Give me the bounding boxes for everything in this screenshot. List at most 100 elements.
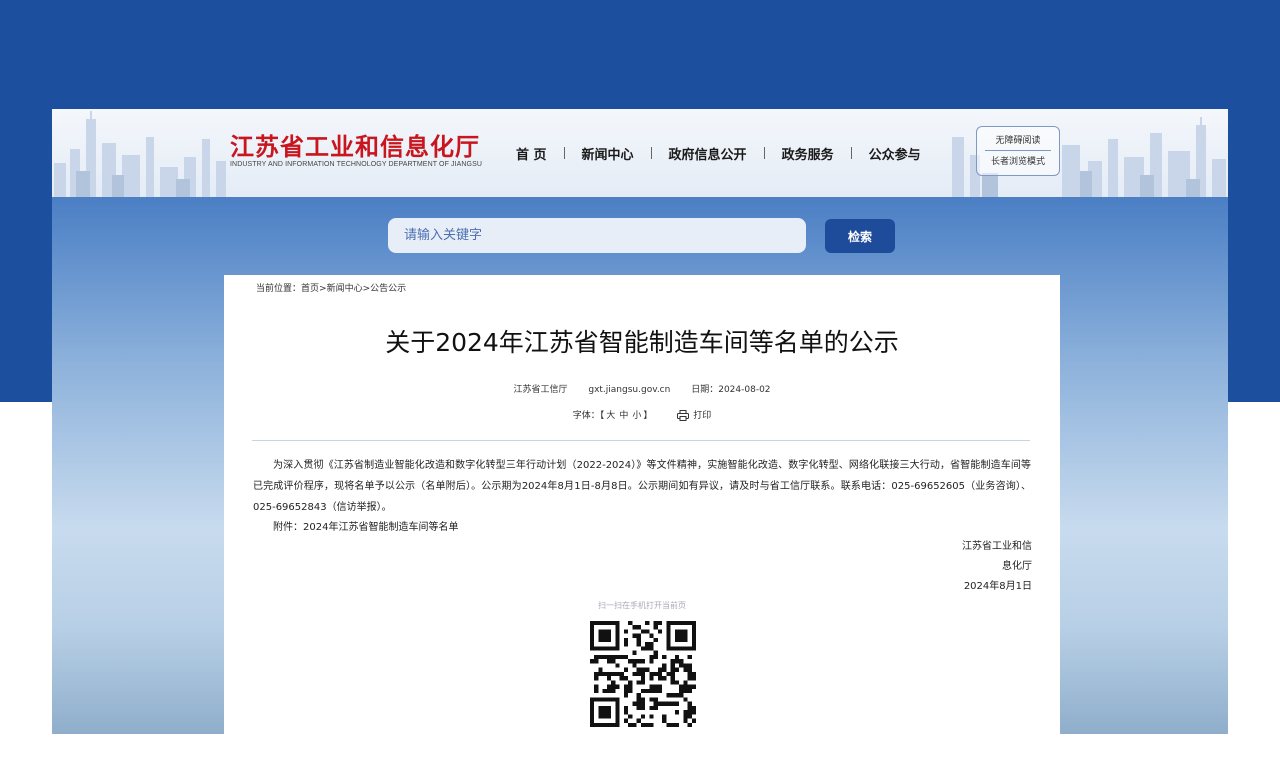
qr-module [606, 714, 612, 719]
qr-module [653, 637, 658, 643]
qr-module [649, 642, 654, 647]
qr-module [691, 705, 696, 711]
qr-module [623, 654, 629, 660]
qr-module [619, 676, 624, 681]
qr-module [683, 633, 688, 638]
qr-code-icon [590, 621, 696, 727]
breadcrumb-item-news[interactable]: 新闻中心 [327, 284, 363, 294]
qr-module [611, 646, 616, 651]
search-input[interactable] [388, 218, 806, 253]
qr-module [611, 680, 616, 685]
qr-module [590, 718, 595, 723]
nav-item-news[interactable]: 新闻中心 [582, 144, 634, 163]
qr-module [636, 718, 641, 723]
qr-module [602, 714, 607, 719]
qr-module [683, 684, 688, 689]
qr-module [636, 705, 641, 711]
qr-module [674, 621, 680, 626]
qr-module [640, 688, 646, 694]
signature-block: 江苏省工业和信 息化厅 2024年8月1日 [962, 537, 1032, 597]
qr-module [636, 697, 641, 702]
qr-module [674, 637, 680, 643]
qr-module [632, 722, 637, 727]
qr-module [598, 697, 603, 702]
qr-module [691, 629, 696, 634]
qr-module [649, 633, 654, 638]
qr-module [649, 654, 654, 660]
qr-module [679, 633, 684, 638]
qr-module [674, 680, 680, 685]
qr-module [598, 654, 603, 660]
breadcrumb-item-notices[interactable]: 公告公示 [370, 284, 406, 294]
nav-item-gov-info[interactable]: 政府信息公开 [669, 144, 747, 163]
qr-module [619, 671, 624, 677]
breadcrumb-item-home[interactable]: 首页 [301, 284, 319, 294]
qr-module [590, 697, 595, 702]
article-panel: 当前位置：首页>新闻中心>公告公示 关于2024年江苏省智能制造车间等名单的公示… [224, 275, 1060, 734]
qr-module [670, 676, 675, 681]
qr-module [666, 629, 671, 634]
qr-module [653, 705, 658, 711]
qr-module [602, 710, 607, 715]
qr-module [645, 629, 650, 634]
qr-module [640, 680, 646, 685]
print-button[interactable]: 打印 [677, 408, 711, 421]
qr-module [632, 650, 637, 655]
qr-module [679, 637, 684, 643]
qr-module [615, 646, 620, 651]
qr-module [683, 697, 688, 702]
qr-module [691, 633, 696, 638]
font-size-large-button[interactable]: 大 [606, 411, 615, 421]
search-button[interactable]: 检索 [825, 219, 895, 253]
qr-module [657, 676, 663, 681]
font-size-medium-button[interactable]: 中 [619, 411, 628, 421]
qr-module [590, 710, 595, 715]
qr-module [666, 625, 671, 630]
site-logo-cn[interactable]: 江苏省工业和信息化厅 [230, 127, 480, 162]
qr-module [653, 654, 658, 660]
qr-module [683, 621, 688, 626]
qr-module [632, 659, 637, 664]
qr-module [640, 714, 646, 719]
qr-module [623, 642, 629, 647]
qr-module [606, 621, 612, 626]
print-label: 打印 [693, 411, 712, 421]
qr-module [611, 654, 616, 660]
nav-item-home[interactable]: 首 页 [516, 144, 547, 163]
qr-module [657, 684, 663, 689]
qr-module [645, 621, 650, 626]
qr-module [602, 633, 607, 638]
qr-module [649, 722, 654, 727]
qr-module [691, 621, 696, 626]
nav-item-services[interactable]: 政务服务 [782, 144, 834, 163]
qr-module [691, 637, 696, 643]
nav-item-participation[interactable]: 公众参与 [869, 144, 921, 163]
qr-module [691, 642, 696, 647]
qr-module [636, 693, 641, 698]
qr-module [687, 714, 692, 719]
article-source: 江苏省工信厅 [513, 385, 568, 395]
qr-module [636, 667, 641, 672]
qr-module [602, 688, 607, 694]
qr-module [590, 646, 595, 651]
qr-module [653, 625, 658, 630]
qr-module [657, 701, 663, 706]
qr-module [628, 688, 633, 694]
qr-module [662, 676, 667, 681]
qr-module [594, 654, 599, 660]
qr-module [623, 718, 629, 723]
qr-module [636, 637, 641, 643]
barrier-free-button[interactable]: 无障碍阅读 [977, 133, 1059, 146]
qr-module [602, 722, 607, 727]
qr-module [670, 663, 675, 668]
qr-module [687, 688, 692, 694]
attachment-link[interactable]: 附件：2024年江苏省智能制造车间等名单 [253, 518, 458, 533]
signature-org-line2: 息化厅 [1002, 561, 1032, 572]
qr-module [606, 659, 612, 664]
qr-module [606, 710, 612, 715]
qr-module [632, 625, 637, 630]
font-size-small-button[interactable]: 小 [632, 411, 641, 421]
elderly-mode-button[interactable]: 长者浏览模式 [977, 154, 1059, 167]
breadcrumb: 当前位置：首页>新闻中心>公告公示 [256, 281, 406, 294]
qr-module [623, 710, 629, 715]
